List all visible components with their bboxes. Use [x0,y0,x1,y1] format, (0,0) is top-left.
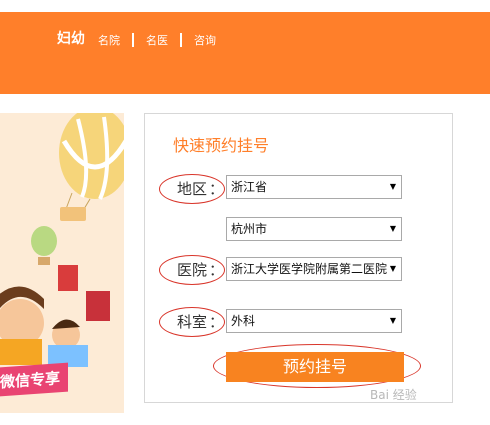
nav-separator [180,33,182,47]
dropdown-arrow-icon: ▼ [386,258,396,280]
site-header [0,12,490,94]
appointment-panel: 快速预约挂号 地区 ： 浙江省 ▼ 杭州市 ▼ 医院 ： 浙江大学医学院附属第二… [144,113,453,403]
city-select[interactable]: 杭州市 ▼ [226,217,402,241]
nav-item-doctors[interactable]: 名医 [146,32,168,48]
nav-item-consult[interactable]: 咨询 [194,32,216,48]
promo-banner[interactable]: 微信专享 [0,113,124,413]
nav-item-hospitals[interactable]: 名院 [98,32,120,48]
nav-separator [132,33,134,47]
dropdown-arrow-icon: ▼ [386,218,396,240]
hospital-select[interactable]: 浙江大学医学院附属第二医院 ▼ [226,257,402,281]
main-nav: 名院 名医 咨询 [98,32,216,48]
department-select[interactable]: 外科 ▼ [226,309,402,333]
province-select[interactable]: 浙江省 ▼ [226,175,402,199]
colon: ： [209,261,225,279]
panel-title: 快速预约挂号 [173,136,270,155]
baidu-watermark: Bai 经验 [370,388,417,402]
book-appointment-button[interactable]: 预约挂号 [226,352,404,382]
colon: ： [209,180,225,198]
dropdown-arrow-icon: ▼ [386,176,396,198]
submit-area: 预约挂号 [213,344,421,388]
top-strip [0,0,490,12]
banner-caption: 微信专享 [0,362,69,397]
dropdown-arrow-icon: ▼ [386,310,396,332]
colon: ： [209,313,225,331]
brand-logo[interactable]: 妇幼 [57,28,85,48]
